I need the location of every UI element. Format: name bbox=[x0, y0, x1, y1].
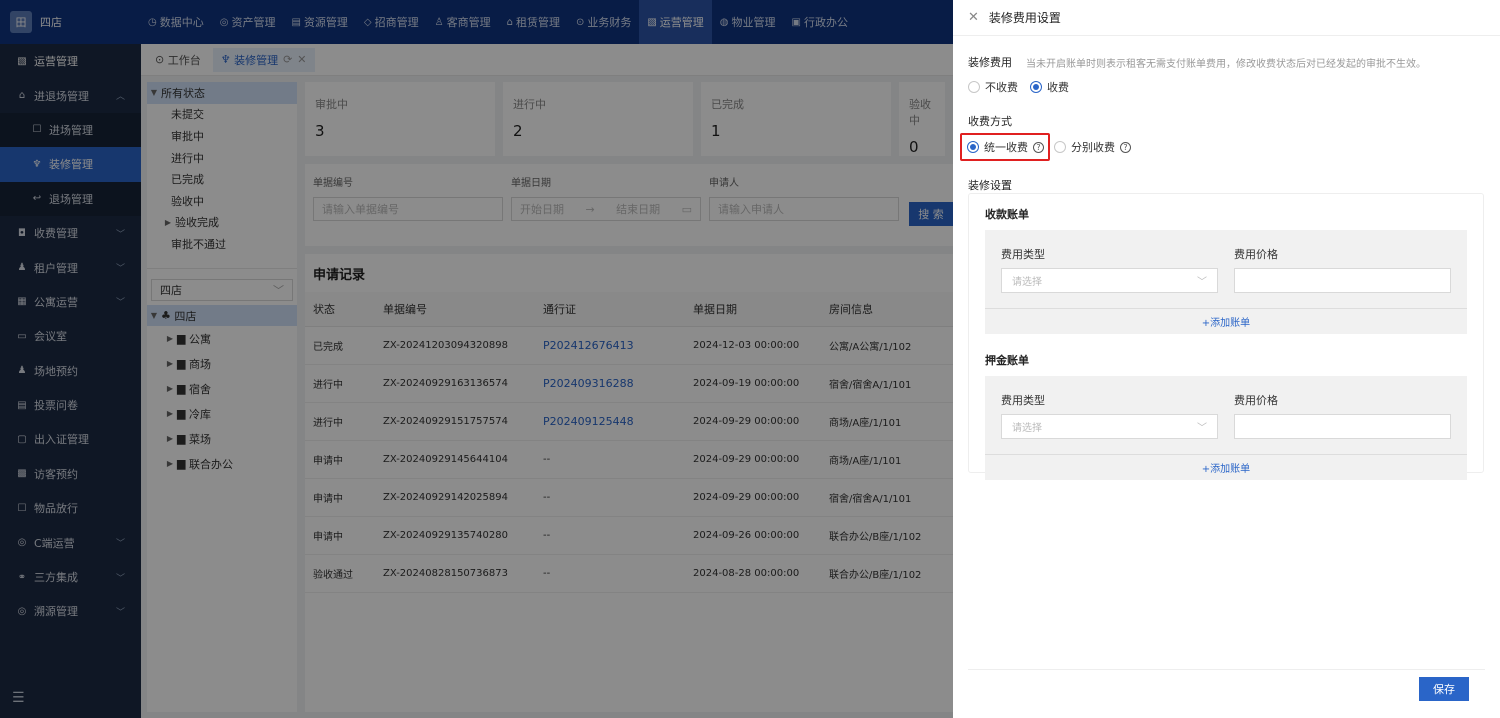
method-label: 收费方式 bbox=[968, 115, 1012, 128]
fee-hint: 当未开启账单时则表示租客无需支付账单费用，修改收费状态后对已经发起的审批不生效。 bbox=[1026, 58, 1426, 70]
receipt-bill-title: 收款账单 bbox=[985, 208, 1029, 221]
fee-type-label: 费用类型 bbox=[1001, 248, 1045, 261]
method-radio-group: 统一收费? 分别收费? bbox=[960, 133, 1500, 161]
select-placeholder: 请选择 bbox=[1012, 423, 1042, 434]
add-bill-link[interactable]: +添加账单 bbox=[985, 308, 1467, 334]
fee-type-select[interactable]: 请选择 ﹀ bbox=[1001, 414, 1218, 439]
fee-radio-group: 不收费 收费 bbox=[968, 79, 1500, 95]
drawer-header: ✕ 装修费用设置 bbox=[953, 0, 1500, 36]
select-placeholder: 请选择 bbox=[1012, 277, 1042, 288]
radio-charge[interactable]: 收费 bbox=[1030, 79, 1069, 95]
fee-label: 装修费用 bbox=[968, 56, 1012, 69]
bill-settings-card: 收款账单 费用类型 费用价格 请选择 ﹀ +添加账单 押金账单 费用类型 费用价格 请… bbox=[968, 193, 1484, 480]
fee-settings-drawer: ✕ 装修费用设置 装修费用 当未开启账单时则表示租客无需支付账单费用，修改收费状… bbox=[953, 0, 1500, 718]
fee-price-input[interactable] bbox=[1234, 268, 1451, 293]
deposit-bill-title: 押金账单 bbox=[985, 354, 1029, 367]
radio-circle-checked bbox=[967, 141, 979, 153]
receipt-bill-block: 费用类型 费用价格 请选择 ﹀ +添加账单 bbox=[985, 230, 1467, 334]
radio-circle-checked bbox=[1030, 81, 1042, 93]
drawer-title: 装修费用设置 bbox=[988, 11, 1061, 25]
chevron-down-icon: ﹀ bbox=[1197, 277, 1207, 288]
radio-label: 分别收费 bbox=[1071, 141, 1115, 154]
radio-circle bbox=[968, 81, 980, 93]
modal-mask[interactable] bbox=[0, 0, 953, 718]
add-bill-link[interactable]: +添加账单 bbox=[985, 454, 1467, 480]
deposit-bill-block: 费用类型 费用价格 请选择 ﹀ +添加账单 bbox=[985, 376, 1467, 480]
save-button[interactable]: 保存 bbox=[1419, 677, 1469, 701]
radio-no-charge[interactable]: 不收费 bbox=[968, 79, 1018, 95]
highlight-box: 统一收费? bbox=[960, 133, 1050, 161]
drawer-footer-divider bbox=[968, 669, 1485, 670]
help-icon[interactable]: ? bbox=[1033, 141, 1044, 153]
fee-type-select[interactable]: 请选择 ﹀ bbox=[1001, 268, 1218, 293]
chevron-down-icon: ﹀ bbox=[1197, 423, 1207, 434]
radio-label: 统一收费 bbox=[984, 141, 1028, 154]
settings-label: 装修设置 bbox=[968, 179, 1012, 192]
radio-separate-charge[interactable]: 分别收费? bbox=[1054, 139, 1131, 155]
radio-unified-charge[interactable]: 统一收费? bbox=[967, 139, 1044, 155]
fee-price-input[interactable] bbox=[1234, 414, 1451, 439]
fee-price-label: 费用价格 bbox=[1234, 394, 1278, 407]
fee-price-label: 费用价格 bbox=[1234, 248, 1278, 261]
radio-label: 不收费 bbox=[985, 81, 1018, 94]
help-icon[interactable]: ? bbox=[1120, 141, 1131, 153]
radio-circle bbox=[1054, 141, 1066, 153]
fee-type-label: 费用类型 bbox=[1001, 394, 1045, 407]
radio-label: 收费 bbox=[1047, 81, 1069, 94]
close-icon[interactable]: ✕ bbox=[968, 10, 979, 25]
